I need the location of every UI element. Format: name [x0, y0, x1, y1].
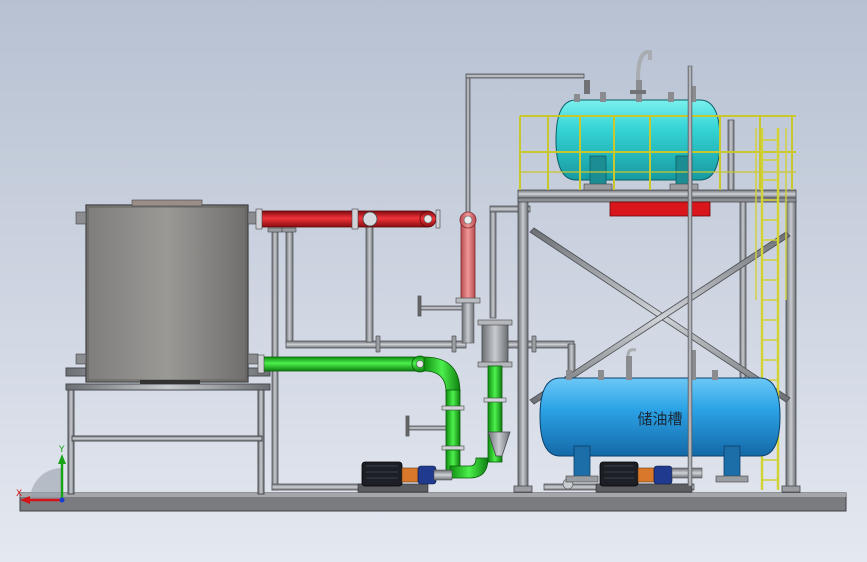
- storage-tank-label: 储油槽: [637, 410, 682, 428]
- oil-gas-separator: [477, 319, 513, 368]
- hot-oil-pipe: [255, 208, 441, 230]
- vent-pipe: [687, 65, 693, 487]
- y-axis-label: Y: [58, 445, 65, 455]
- heater-body: [75, 199, 259, 384]
- thermal-oil-heater-system-diagram: 储油槽 Y X: [0, 0, 867, 562]
- base-skid: [19, 492, 847, 512]
- heater-panel-red: [609, 201, 711, 217]
- x-axis-label: X: [16, 489, 22, 499]
